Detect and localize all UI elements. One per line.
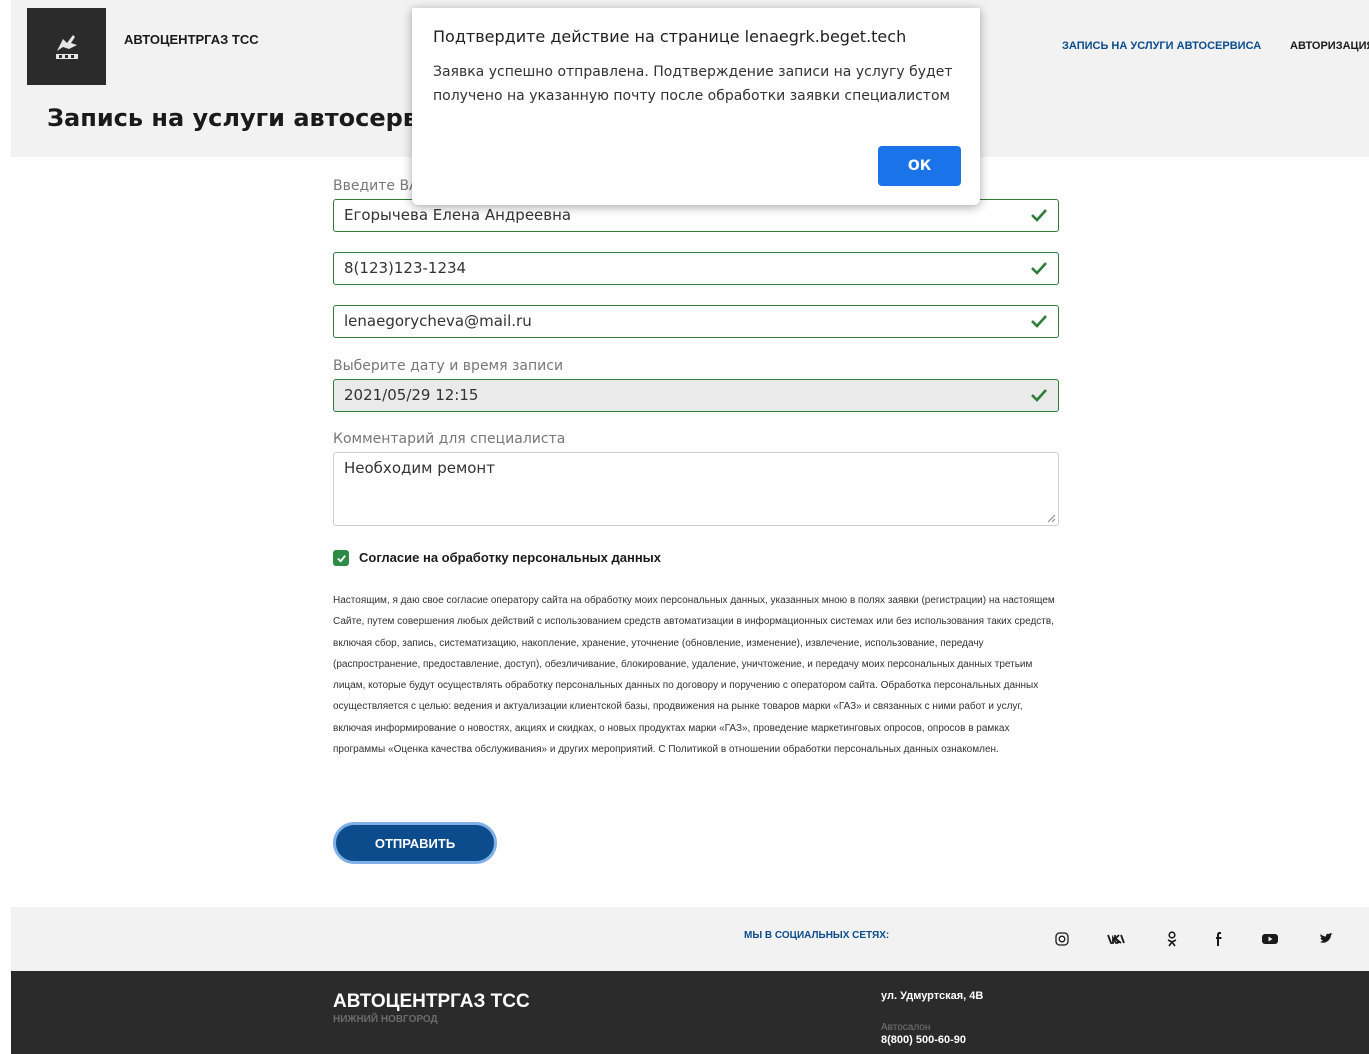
email-value: lenaegorycheva@mail.ru — [344, 312, 532, 330]
comment-label: Комментарий для специалиста — [333, 431, 566, 447]
datetime-label: Выберите дату и время записи — [333, 358, 564, 374]
check-icon — [1031, 209, 1047, 222]
confirm-dialog: Подтвердите действие на странице lenaegr… — [412, 8, 980, 205]
footer: АВТОЦЕНТРГАЗ ТСС НИЖНИЙ НОВГОРОД ул. Удм… — [11, 971, 1369, 1054]
checkmark-icon — [336, 554, 346, 563]
social-title: МЫ В СОЦИАЛЬНЫХ СЕТЯХ: — [744, 930, 890, 941]
footer-salon-label: Автосалон — [881, 1022, 931, 1033]
consent-checkbox[interactable] — [333, 550, 349, 566]
footer-city: НИЖНИЙ НОВГОРОД — [333, 1014, 438, 1025]
footer-address: ул. Удмуртская, 4В — [881, 990, 984, 1002]
page-title: Запись на услуги автосервиса — [47, 104, 466, 132]
logo[interactable] — [27, 8, 106, 85]
footer-phone[interactable]: 8(800) 500-60-90 — [881, 1034, 966, 1046]
comment-textarea[interactable]: Необходим ремонт — [333, 452, 1059, 526]
odnoklassniki-icon[interactable] — [1162, 929, 1182, 949]
comment-value: Необходим ремонт — [344, 459, 495, 477]
page: АВТОЦЕНТРГАЗ ТСС ЗАПИСЬ НА УСЛУГИ АВТОСЕ… — [0, 0, 1369, 1054]
nav-auth[interactable]: АВТОРИЗАЦИЯ — [1290, 40, 1369, 52]
nav-book-service[interactable]: ЗАПИСЬ НА УСЛУГИ АВТОСЕРВИСА — [1062, 40, 1261, 52]
consent-label[interactable]: Согласие на обработку персональных данны… — [359, 550, 661, 565]
footer-brand: АВТОЦЕНТРГАЗ ТСС — [333, 991, 530, 1012]
twitter-icon[interactable] — [1316, 929, 1336, 949]
phone-value: 8(123)123-1234 — [344, 259, 467, 277]
name-value: Егорычева Елена Андреевна — [344, 206, 572, 224]
dialog-title: Подтвердите действие на странице lenaegr… — [433, 27, 907, 46]
instagram-icon[interactable] — [1052, 929, 1072, 949]
resize-handle-icon[interactable] — [1046, 513, 1056, 523]
check-icon — [1031, 315, 1047, 328]
submit-button[interactable]: ОТПРАВИТЬ — [333, 822, 497, 864]
dialog-message: Заявка успешно отправлена. Подтверждение… — [433, 64, 953, 104]
consent-text: Настоящим, я даю свое согласие оператору… — [333, 595, 1055, 756]
gaz-deer-logo-icon — [55, 34, 78, 59]
datetime-value: 2021/05/29 12:15 — [344, 386, 479, 404]
email-field[interactable]: lenaegorycheva@mail.ru — [333, 305, 1059, 338]
social-bar: МЫ В СОЦИАЛЬНЫХ СЕТЯХ: — [11, 907, 1369, 971]
brand-name[interactable]: АВТОЦЕНТРГАЗ ТСС — [124, 32, 259, 47]
facebook-icon[interactable] — [1209, 929, 1229, 949]
check-icon — [1031, 389, 1047, 402]
phone-field[interactable]: 8(123)123-1234 — [333, 252, 1059, 285]
ok-button[interactable]: ОК — [878, 146, 961, 186]
datetime-field[interactable]: 2021/05/29 12:15 — [333, 379, 1059, 412]
vk-icon[interactable] — [1106, 929, 1126, 949]
youtube-icon[interactable] — [1260, 929, 1280, 949]
check-icon — [1031, 262, 1047, 275]
